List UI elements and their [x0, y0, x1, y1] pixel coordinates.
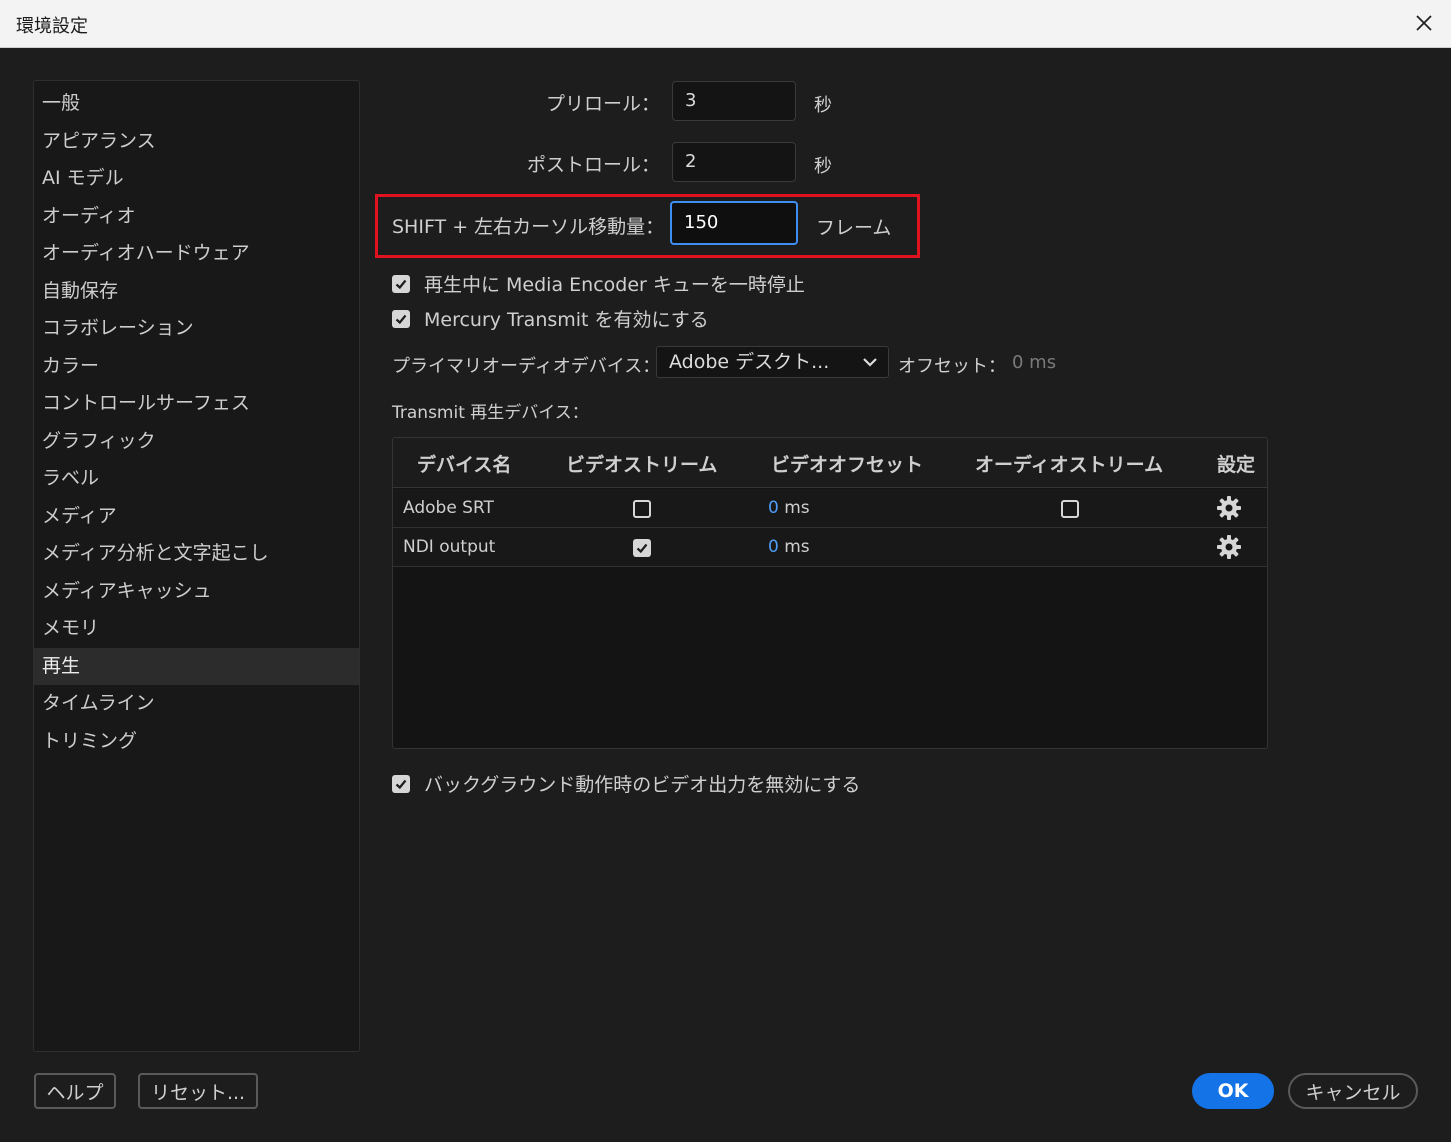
table-row[interactable]: Adobe SRT 0 ms [393, 489, 1267, 528]
primary-audio-label: プライマリオーディオデバイス： [392, 356, 661, 377]
reset-button[interactable]: リセット... [138, 1073, 258, 1109]
shift-step-unit: フレーム [816, 217, 892, 239]
sidebar-item-memory[interactable]: メモリ [34, 610, 359, 648]
column-video-offset[interactable]: ビデオオフセット [771, 450, 923, 477]
sidebar-item-media-cache[interactable]: メディアキャッシュ [34, 573, 359, 611]
checkbox-checked-icon [392, 274, 410, 293]
column-device-name[interactable]: デバイス名 [417, 450, 511, 477]
close-icon [1416, 15, 1432, 31]
chevron-down-icon [863, 358, 877, 367]
column-audio-stream[interactable]: オーディオストリーム [975, 450, 1163, 477]
close-button[interactable] [1409, 8, 1439, 38]
window-title: 環境設定 [16, 16, 88, 37]
sidebar-item-audio[interactable]: オーディオ [34, 198, 359, 236]
sidebar-item-auto-save[interactable]: 自動保存 [34, 273, 359, 311]
video-offset[interactable]: 0 ms [768, 537, 810, 557]
table-row[interactable]: NDI output 0 ms [393, 528, 1267, 567]
column-video-stream[interactable]: ビデオストリーム [566, 450, 717, 477]
pause-media-encoder-label: 再生中に Media Encoder キューを一時停止 [424, 274, 805, 296]
sidebar-item-trimming[interactable]: トリミング [34, 723, 359, 761]
sidebar-item-control-surface[interactable]: コントロールサーフェス [34, 385, 359, 423]
video-offset[interactable]: 0 ms [768, 498, 810, 518]
checkbox-checked-icon [392, 309, 410, 328]
shift-step-label: SHIFT + 左右カーソル移動量： [392, 216, 665, 238]
device-name: Adobe SRT [403, 498, 494, 518]
ok-button[interactable]: OK [1192, 1073, 1274, 1109]
sidebar-item-ai-models[interactable]: AI モデル [34, 160, 359, 198]
sidebar-item-playback[interactable]: 再生 [34, 647, 359, 685]
transmit-devices-label: Transmit 再生デバイス： [392, 403, 589, 423]
column-settings[interactable]: 設定 [1217, 450, 1255, 477]
sidebar-item-collaboration[interactable]: コラボレーション [34, 310, 359, 348]
preroll-input[interactable]: 3 [672, 81, 796, 121]
preroll-unit: 秒 [814, 95, 832, 116]
postroll-input[interactable]: 2 [672, 142, 796, 182]
sidebar-item-graphics[interactable]: グラフィック [34, 423, 359, 461]
postroll-label: ポストロール： [526, 154, 660, 176]
device-name: NDI output [403, 537, 496, 557]
checkbox-checked-icon [636, 543, 648, 554]
gear-icon[interactable] [1216, 495, 1242, 521]
pause-media-encoder-checkbox[interactable]: 再生中に Media Encoder キューを一時停止 [392, 270, 805, 297]
primary-audio-dropdown[interactable]: Adobe デスクト... [656, 346, 889, 378]
sidebar-item-audio-hardware[interactable]: オーディオハードウェア [34, 235, 359, 273]
sidebar-item-media[interactable]: メディア [34, 498, 359, 536]
sidebar-item-timeline[interactable]: タイムライン [34, 685, 359, 723]
disable-background-output-label: バックグラウンド動作時のビデオ出力を無効にする [424, 774, 861, 796]
sidebar-item-appearance[interactable]: アピアランス [34, 123, 359, 161]
disable-background-output-checkbox[interactable]: バックグラウンド動作時のビデオ出力を無効にする [392, 770, 860, 797]
preroll-label: プリロール： [545, 93, 660, 115]
table-header: デバイス名 ビデオストリーム ビデオオフセット オーディオストリーム 設定 [393, 438, 1267, 488]
video-stream-checkbox[interactable] [633, 500, 651, 518]
sidebar-item-media-analysis[interactable]: メディア分析と文字起こし [34, 535, 359, 573]
enable-mercury-checkbox[interactable]: Mercury Transmit を有効にする [392, 305, 709, 332]
checkbox-checked-icon [392, 774, 410, 793]
gear-icon[interactable] [1216, 534, 1242, 560]
offset-value: 0 ms [1012, 352, 1057, 373]
offset-label: オフセット： [898, 356, 1006, 377]
sidebar-item-general[interactable]: 一般 [34, 85, 359, 123]
cancel-button[interactable]: キャンセル [1288, 1073, 1418, 1109]
sidebar-item-labels[interactable]: ラベル [34, 460, 359, 498]
postroll-unit: 秒 [814, 156, 832, 177]
audio-stream-checkbox[interactable] [1061, 500, 1079, 518]
enable-mercury-label: Mercury Transmit を有効にする [424, 309, 709, 331]
transmit-devices-table: デバイス名 ビデオストリーム ビデオオフセット オーディオストリーム 設定 Ad… [392, 437, 1268, 749]
shift-step-input[interactable]: 150 [670, 201, 798, 245]
video-stream-checkbox[interactable] [633, 539, 651, 557]
primary-audio-value: Adobe デスクト... [669, 351, 830, 373]
help-button[interactable]: ヘルプ [34, 1073, 116, 1109]
category-list: 一般 アピアランス AI モデル オーディオ オーディオハードウェア 自動保存 … [33, 80, 360, 1052]
title-bar: 環境設定 [0, 0, 1451, 48]
sidebar-item-color[interactable]: カラー [34, 348, 359, 386]
